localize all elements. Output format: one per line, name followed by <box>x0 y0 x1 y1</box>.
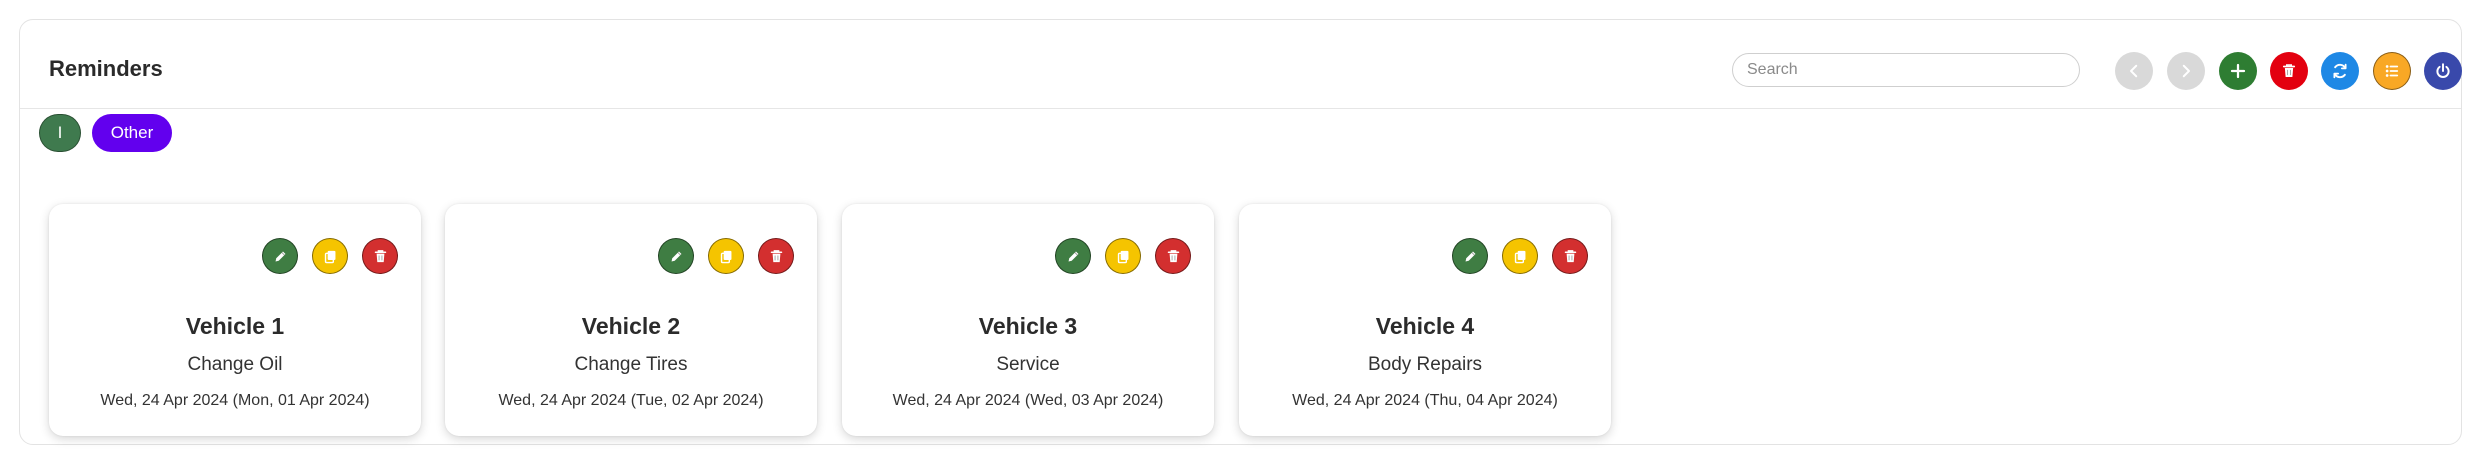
pencil-icon <box>1462 248 1479 265</box>
copy-button[interactable] <box>1105 238 1141 274</box>
card-task: Service <box>996 354 1060 375</box>
card-date: Wed, 24 Apr 2024 (Mon, 01 Apr 2024) <box>100 392 370 409</box>
add-button[interactable] <box>2219 52 2257 90</box>
copy-icon <box>322 248 339 265</box>
list-icon <box>2383 62 2401 80</box>
power-icon <box>2434 62 2452 80</box>
search-input[interactable] <box>1732 53 2080 87</box>
trash-icon <box>2280 62 2298 80</box>
card-vehicle-title: Vehicle 1 <box>185 313 285 339</box>
edit-button[interactable] <box>1055 238 1091 274</box>
trash-icon <box>372 248 389 265</box>
card-date: Wed, 24 Apr 2024 (Thu, 04 Apr 2024) <box>1292 392 1558 409</box>
pencil-icon <box>272 248 289 265</box>
card-task: Body Repairs <box>1367 354 1483 375</box>
copy-icon <box>1115 248 1132 265</box>
chevron-right-icon <box>2177 62 2195 80</box>
power-button[interactable] <box>2424 52 2462 90</box>
prev-button[interactable] <box>2115 52 2153 90</box>
next-button[interactable] <box>2167 52 2205 90</box>
pencil-icon <box>668 248 685 265</box>
copy-button[interactable] <box>312 238 348 274</box>
trash-icon <box>1165 248 1182 265</box>
card-task: Change Oil <box>187 354 283 375</box>
pencil-icon <box>1065 248 1082 265</box>
copy-icon <box>1512 248 1529 265</box>
card-vehicle-title: Vehicle 4 <box>1375 313 1475 339</box>
reminder-card[interactable]: Vehicle 2 Change Tires Wed, 24 Apr 2024 (T… <box>445 204 817 436</box>
delete-button[interactable] <box>2270 52 2308 90</box>
edit-button[interactable] <box>262 238 298 274</box>
card-date: Wed, 24 Apr 2024 (Tue, 02 Apr 2024) <box>498 392 764 409</box>
page-title: Reminders <box>49 56 163 81</box>
delete-button[interactable] <box>1552 238 1588 274</box>
reminder-card[interactable]: Vehicle 4 Body Repairs Wed, 24 Apr 2024 (T… <box>1239 204 1611 436</box>
reminder-card[interactable]: Vehicle 3 Service Wed, 24 Apr 2024 (Wed, 0… <box>842 204 1214 436</box>
card-task: Change Tires <box>574 354 688 375</box>
delete-button[interactable] <box>1155 238 1191 274</box>
trash-icon <box>768 248 785 265</box>
delete-button[interactable] <box>362 238 398 274</box>
delete-button[interactable] <box>758 238 794 274</box>
copy-button[interactable] <box>1502 238 1538 274</box>
chevron-left-icon <box>2125 62 2143 80</box>
trash-icon <box>1562 248 1579 265</box>
refresh-button[interactable] <box>2321 52 2359 90</box>
reminders-panel: Reminders I Other Vehicle 1 Change Oil Wed,… <box>19 19 2462 445</box>
filter-chip-other[interactable]: Other <box>92 114 172 152</box>
copy-button[interactable] <box>708 238 744 274</box>
plus-icon <box>2229 62 2247 80</box>
refresh-icon <box>2331 62 2349 80</box>
copy-icon <box>718 248 735 265</box>
reminder-card[interactable]: Vehicle 1 Change Oil Wed, 24 Apr 2024 (Mon… <box>49 204 421 436</box>
edit-button[interactable] <box>658 238 694 274</box>
header-bar: Reminders <box>20 20 2462 109</box>
card-vehicle-title: Vehicle 3 <box>978 313 1078 339</box>
card-vehicle-title: Vehicle 2 <box>581 313 681 339</box>
edit-button[interactable] <box>1452 238 1488 274</box>
filter-chip-i[interactable]: I <box>39 114 81 152</box>
card-date: Wed, 24 Apr 2024 (Wed, 03 Apr 2024) <box>892 392 1164 409</box>
list-button[interactable] <box>2373 52 2411 90</box>
